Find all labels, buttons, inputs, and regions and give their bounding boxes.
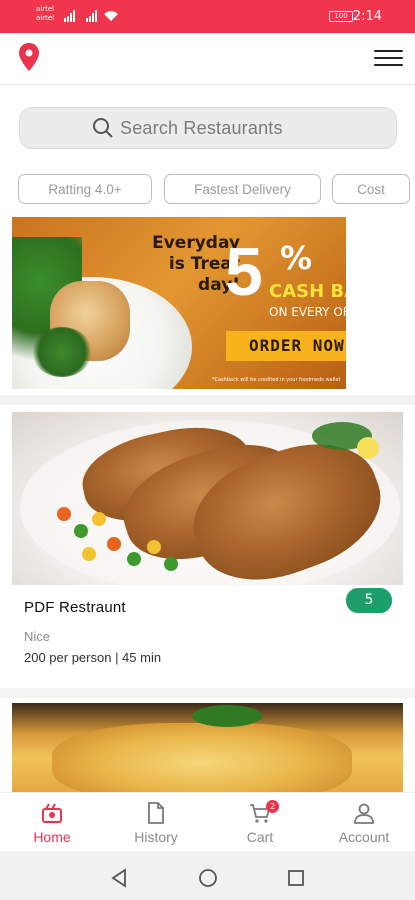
tab-history[interactable]: History [104, 793, 208, 852]
restaurant-description: Nice [24, 629, 51, 644]
tab-label-cart: Cart [246, 829, 274, 845]
banner-fine-print: *Cashback will be credited in your foodm… [212, 377, 341, 383]
tab-cart[interactable]: Cart [208, 793, 312, 852]
signal-icon [64, 10, 75, 22]
user-icon [354, 803, 374, 824]
search-input[interactable]: Search Restaurants [19, 107, 397, 149]
banner-percent: 5 [225, 234, 263, 310]
tab-account[interactable]: Account [312, 793, 415, 852]
tab-label-home: Home [33, 829, 71, 845]
recents-icon[interactable] [287, 869, 305, 887]
restaurant-name[interactable]: PDF Restraunt [24, 599, 126, 616]
document-icon [148, 802, 164, 824]
cart-count-badge: 2 [266, 800, 279, 813]
status-bar: airtel airtel 100 2:14 [0, 0, 415, 33]
map-pin-icon[interactable] [18, 42, 40, 72]
restaurant-image[interactable] [12, 412, 403, 585]
banner-cashback: CASH BAC [269, 281, 346, 302]
tab-label-account: Account [338, 829, 390, 845]
tab-home[interactable]: Home [0, 793, 104, 852]
section-divider [0, 395, 415, 405]
filter-fastest-delivery[interactable]: Fastest Delivery [164, 174, 321, 204]
banner-subline: ON EVERY ORD [269, 305, 346, 319]
hamburger-menu-icon[interactable] [374, 50, 403, 70]
section-divider-2 [0, 688, 415, 698]
system-nav-bar [0, 851, 415, 900]
app-header [0, 33, 415, 85]
rating-badge: 5 [346, 588, 392, 613]
clock: 2:14 [352, 9, 382, 24]
bottom-tab-bar: Home History Cart Account [0, 792, 415, 851]
carrier-labels: airtel airtel [36, 5, 55, 22]
filter-rating[interactable]: Ratting 4.0+ [18, 174, 152, 204]
home-food-icon [42, 803, 62, 823]
home-circle-icon[interactable] [198, 868, 218, 888]
search-placeholder: Search Restaurants [120, 117, 283, 138]
wifi-icon [104, 11, 118, 21]
signal-icon-2 [86, 10, 97, 22]
filter-cost[interactable]: Cost [332, 174, 410, 204]
battery-indicator: 100 [329, 11, 353, 22]
order-now-button[interactable]: ORDER NOW [226, 331, 346, 361]
back-icon[interactable] [110, 868, 128, 888]
tab-label-history: History [134, 829, 178, 845]
promo-banner[interactable]: Everyday is Treat day! 5 % CASH BAC ON E… [12, 217, 346, 389]
restaurant-image-2[interactable] [12, 703, 403, 793]
restaurant-meta: 200 per person | 45 min [24, 650, 162, 665]
search-icon [93, 118, 113, 138]
banner-percent-sign: % [280, 239, 313, 277]
